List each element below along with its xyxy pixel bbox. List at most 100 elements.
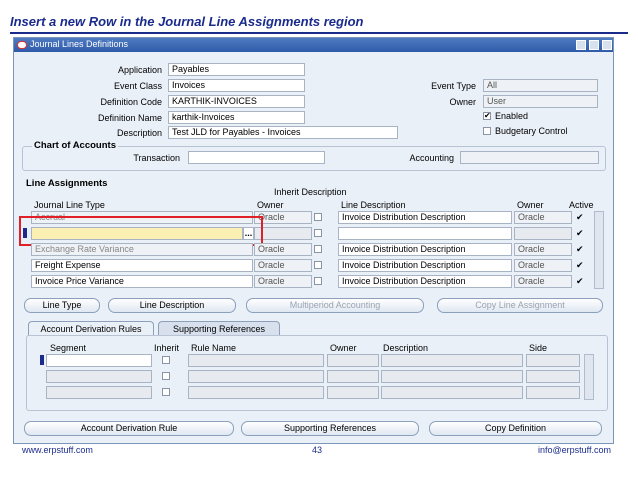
owner-cell[interactable]: Oracle xyxy=(254,259,312,272)
line-description-cell[interactable]: Invoice Distribution Description xyxy=(338,259,512,272)
tab-account-derivation-rules[interactable]: Account Derivation Rules xyxy=(28,321,154,336)
transaction-label: Transaction xyxy=(133,153,180,163)
event-type-label: Event Type xyxy=(431,81,476,91)
deriv-description-cell[interactable] xyxy=(381,370,523,383)
active-checkbox[interactable]: ✔ xyxy=(576,276,584,287)
col-deriv-description: Description xyxy=(383,343,429,353)
side-cell[interactable] xyxy=(526,370,580,383)
col-segment: Segment xyxy=(50,343,87,353)
owner-cell[interactable]: Oracle xyxy=(254,243,312,256)
accounting-label: Accounting xyxy=(409,153,454,163)
footer-email: info@erpstuff.com xyxy=(538,445,612,455)
col-line-description: Line Description xyxy=(341,200,406,210)
title-underline xyxy=(10,32,628,34)
line-description-cell[interactable]: Invoice Distribution Description xyxy=(338,275,512,288)
application-field[interactable]: Payables xyxy=(168,63,305,76)
line-assignments-title: Line Assignments xyxy=(24,178,110,189)
definition-code-label: Definition Code xyxy=(100,97,162,107)
event-type-field[interactable]: All xyxy=(483,79,598,92)
deriv-description-cell[interactable] xyxy=(381,386,523,399)
col-owner: Owner xyxy=(257,200,284,210)
active-checkbox[interactable]: ✔ xyxy=(576,260,584,271)
line-assignments-scrollbar[interactable] xyxy=(594,211,604,289)
copy-definition-button[interactable]: Copy Definition xyxy=(429,421,602,436)
col-owner-2: Owner xyxy=(517,200,544,210)
multiperiod-accounting-button[interactable]: Multiperiod Accounting xyxy=(246,298,424,313)
slide-title: Insert a new Row in the Journal Line Ass… xyxy=(10,14,364,29)
deriv-inherit-checkbox[interactable] xyxy=(162,356,170,364)
oracle-icon xyxy=(17,41,27,49)
line-type-cell[interactable]: Invoice Price Variance xyxy=(31,275,253,288)
owner-label: Owner xyxy=(449,97,476,107)
owner2-cell-new[interactable] xyxy=(514,227,572,240)
owner2-cell[interactable]: Oracle xyxy=(514,259,572,272)
line-type-cell[interactable]: Freight Expense xyxy=(31,259,253,272)
footer-website: www.erpstuff.com xyxy=(22,445,93,455)
line-description-cell-new[interactable] xyxy=(338,227,512,240)
owner-cell[interactable]: Oracle xyxy=(254,275,312,288)
deriv-owner-cell[interactable] xyxy=(327,386,379,399)
inherit-checkbox[interactable] xyxy=(314,213,322,221)
tab-supporting-references[interactable]: Supporting References xyxy=(158,321,280,336)
deriv-owner-cell[interactable] xyxy=(327,354,379,367)
owner2-cell[interactable]: Oracle xyxy=(514,275,572,288)
col-active: Active xyxy=(569,200,594,210)
line-description-cell[interactable]: Invoice Distribution Description xyxy=(338,243,512,256)
definition-name-field[interactable]: karthik-Invoices xyxy=(168,111,305,124)
owner2-cell[interactable]: Oracle xyxy=(514,243,572,256)
budgetary-checkbox[interactable] xyxy=(483,127,491,135)
side-cell[interactable] xyxy=(526,386,580,399)
derivation-scrollbar[interactable] xyxy=(584,354,594,400)
highlight-box xyxy=(19,216,263,246)
deriv-inherit-checkbox[interactable] xyxy=(162,372,170,380)
segment-cell[interactable] xyxy=(46,386,152,399)
inherit-checkbox[interactable] xyxy=(314,261,322,269)
rule-name-cell[interactable] xyxy=(188,386,324,399)
footer-page-number: 43 xyxy=(312,445,323,455)
application-label: Application xyxy=(117,65,162,75)
line-type-button[interactable]: Line Type xyxy=(24,298,100,313)
segment-cell[interactable] xyxy=(46,370,152,383)
deriv-owner-cell[interactable] xyxy=(327,370,379,383)
deriv-inherit-checkbox[interactable] xyxy=(162,388,170,396)
side-cell[interactable] xyxy=(526,354,580,367)
owner-field[interactable]: User xyxy=(483,95,598,108)
line-description-button[interactable]: Line Description xyxy=(108,298,236,313)
window-titlebar: Journal Lines Definitions xyxy=(14,38,613,52)
budgetary-label: Budgetary Control xyxy=(495,126,568,136)
active-checkbox[interactable]: ✔ xyxy=(576,212,584,223)
inherit-checkbox[interactable] xyxy=(314,245,322,253)
maximize-icon[interactable] xyxy=(589,40,599,50)
inherit-checkbox[interactable] xyxy=(314,277,322,285)
minimize-icon[interactable] xyxy=(576,40,586,50)
line-type-cell[interactable]: Exchange Rate Variance xyxy=(31,243,253,256)
supporting-references-button[interactable]: Supporting References xyxy=(241,421,419,436)
inherit-description-header: Inherit Description xyxy=(274,187,347,197)
description-label: Description xyxy=(116,128,162,138)
close-icon[interactable] xyxy=(602,40,612,50)
rule-name-cell[interactable] xyxy=(188,370,324,383)
event-class-field[interactable]: Invoices xyxy=(168,79,305,92)
active-checkbox[interactable]: ✔ xyxy=(576,244,584,255)
account-derivation-rule-button[interactable]: Account Derivation Rule xyxy=(24,421,234,436)
active-checkbox-new[interactable]: ✔ xyxy=(576,228,584,239)
definition-code-field[interactable]: KARTHIK-INVOICES xyxy=(168,95,305,108)
enabled-label: Enabled xyxy=(495,111,529,121)
inherit-checkbox-new[interactable] xyxy=(314,229,322,237)
col-rule-name: Rule Name xyxy=(191,343,237,353)
line-description-cell[interactable]: Invoice Distribution Description xyxy=(338,211,512,224)
form-window: Journal Lines Definitions Application Pa… xyxy=(13,37,614,444)
deriv-description-cell[interactable] xyxy=(381,354,523,367)
definition-name-label: Definition Name xyxy=(97,113,162,123)
derivation-row-marker xyxy=(40,355,44,365)
copy-line-assignment-button[interactable]: Copy Line Assignment xyxy=(437,298,603,313)
rule-name-cell[interactable] xyxy=(188,354,324,367)
col-inherit: Inherit xyxy=(154,343,180,353)
description-field[interactable]: Test JLD for Payables - Invoices xyxy=(168,126,398,139)
accounting-field[interactable] xyxy=(460,151,599,164)
col-deriv-owner: Owner xyxy=(330,343,357,353)
transaction-field[interactable] xyxy=(188,151,325,164)
segment-cell[interactable] xyxy=(46,354,152,367)
owner2-cell[interactable]: Oracle xyxy=(514,211,572,224)
enabled-checkbox[interactable]: ✔ xyxy=(483,112,491,120)
